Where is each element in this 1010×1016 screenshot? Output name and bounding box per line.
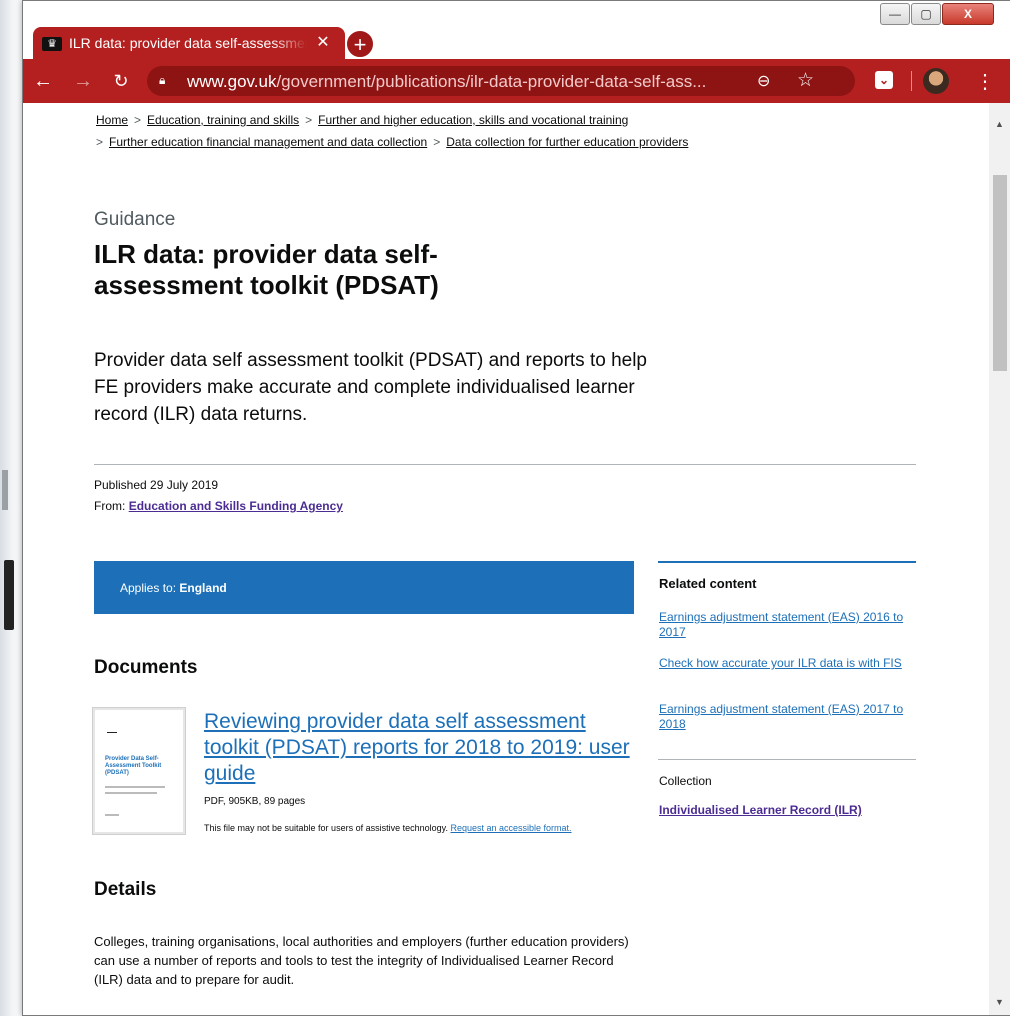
breadcrumb-link-home[interactable]: Home [96, 113, 128, 127]
star-icon[interactable]: ☆ [797, 69, 814, 92]
scroll-up-icon[interactable]: ▲ [995, 119, 1004, 129]
organisation-link[interactable]: Education and Skills Funding Agency [129, 499, 343, 513]
close-window-button[interactable]: X [942, 3, 994, 25]
thumbnail-line [105, 786, 165, 788]
url-path: /government/publications/ilr-data-provid… [276, 72, 707, 91]
scrollbar[interactable]: ▲ ▼ [989, 103, 1010, 1015]
tab-close-icon[interactable]: ✕ [313, 33, 333, 53]
page-content: Home > Education, training and skills > Furt… [23, 103, 989, 1015]
breadcrumb: Home > Education, training and skills > Furt… [96, 113, 628, 127]
collection-label: Collection [659, 774, 712, 788]
thumbnail-line [105, 814, 119, 816]
breadcrumb-separator: > [305, 113, 313, 127]
lock-icon: 🔒︎ [159, 73, 166, 87]
breadcrumb-separator: > [433, 135, 441, 149]
related-heading: Related content [659, 576, 757, 591]
browser-window: ♛ ILR data: provider data self-assessmen… [22, 0, 1010, 1016]
thumbnail-title: Provider Data Self-Assessment Toolkit (P… [105, 756, 162, 776]
breadcrumb-separator: > [96, 135, 104, 149]
minimize-button[interactable]: — [880, 3, 910, 25]
maximize-button[interactable]: ▢ [911, 3, 941, 25]
gov-crown-icon: ♛ [42, 37, 62, 51]
address-bar[interactable]: 🔒︎ www.gov.uk/government/publications/il… [147, 66, 855, 96]
from-label: From: [94, 499, 126, 513]
forward-icon[interactable]: → [71, 69, 95, 93]
tab-title: ILR data: provider data self-assessment … [69, 35, 307, 51]
crest-icon [107, 726, 117, 733]
breadcrumb-link-education[interactable]: Education, training and skills [147, 113, 299, 127]
breadcrumb-separator: > [134, 113, 142, 127]
collection-link[interactable]: Individualised Learner Record (ILR) [659, 803, 862, 817]
applies-to-banner: Applies to: England [94, 561, 634, 614]
zoom-icon[interactable]: ⊖ [757, 71, 770, 91]
url-text[interactable]: www.gov.uk/government/publications/ilr-d… [187, 72, 747, 92]
details-text: Colleges, training organisations, local … [94, 934, 629, 987]
documents-heading: Documents [94, 657, 198, 678]
accessibility-note: This file may not be suitable for users … [204, 821, 644, 836]
document-link[interactable]: Reviewing provider data self assessment … [204, 709, 636, 787]
related-link[interactable]: Earnings adjustment statement (EAS) 2017… [659, 702, 917, 732]
breadcrumb-link-data-collection[interactable]: Data collection for further education pr… [446, 135, 688, 149]
kebab-menu-icon[interactable]: ⋮ [975, 69, 995, 94]
published-date: Published 29 July 2019 [94, 478, 219, 492]
details-heading: Details [94, 879, 157, 900]
desktop-shape [4, 560, 14, 630]
url-host: www.gov.uk [187, 72, 277, 91]
accessibility-note-text: This file may not be suitable for users … [204, 823, 448, 833]
scroll-thumb[interactable] [993, 175, 1007, 371]
desktop-shape [2, 470, 8, 510]
breadcrumb: > Further education financial management … [96, 135, 688, 149]
divider [658, 759, 916, 760]
related-link[interactable]: Earnings adjustment statement (EAS) 2016… [659, 610, 917, 640]
applies-label: Applies to: [120, 581, 177, 595]
document-thumbnail[interactable]: Provider Data Self-Assessment Toolkit (P… [93, 708, 185, 834]
breadcrumb-link-fe-financial[interactable]: Further education financial management a… [109, 135, 427, 149]
content-type-label: Guidance [94, 209, 176, 230]
breadcrumb-link-further-higher[interactable]: Further and higher education, skills and… [318, 113, 628, 127]
avatar[interactable] [923, 68, 949, 94]
related-link[interactable]: Check how accurate your ILR data is with… [659, 656, 917, 671]
divider [658, 561, 916, 563]
divider [94, 464, 916, 465]
applies-value: England [179, 581, 227, 595]
browser-toolbar: ← → ↻ 🔒︎ www.gov.uk/government/publicati… [23, 59, 1010, 103]
thumbnail-line [105, 792, 157, 794]
document-meta: PDF, 905KB, 89 pages [204, 796, 306, 807]
pocket-icon[interactable]: ⌄ [875, 71, 893, 89]
from-line: From: Education and Skills Funding Agenc… [94, 499, 343, 513]
request-accessible-format-link[interactable]: Request an accessible format. [450, 823, 571, 833]
scroll-down-icon[interactable]: ▼ [995, 997, 1004, 1007]
new-tab-button[interactable]: + [345, 29, 375, 59]
applies-to-text: Applies to: England [120, 581, 227, 595]
page-title: ILR data: provider data self-assessment … [94, 239, 439, 300]
reload-icon[interactable]: ↻ [109, 69, 133, 93]
page-summary: Provider data self assessment toolkit (P… [94, 350, 648, 425]
back-icon[interactable]: ← [31, 69, 55, 93]
toolbar-divider [911, 71, 912, 91]
